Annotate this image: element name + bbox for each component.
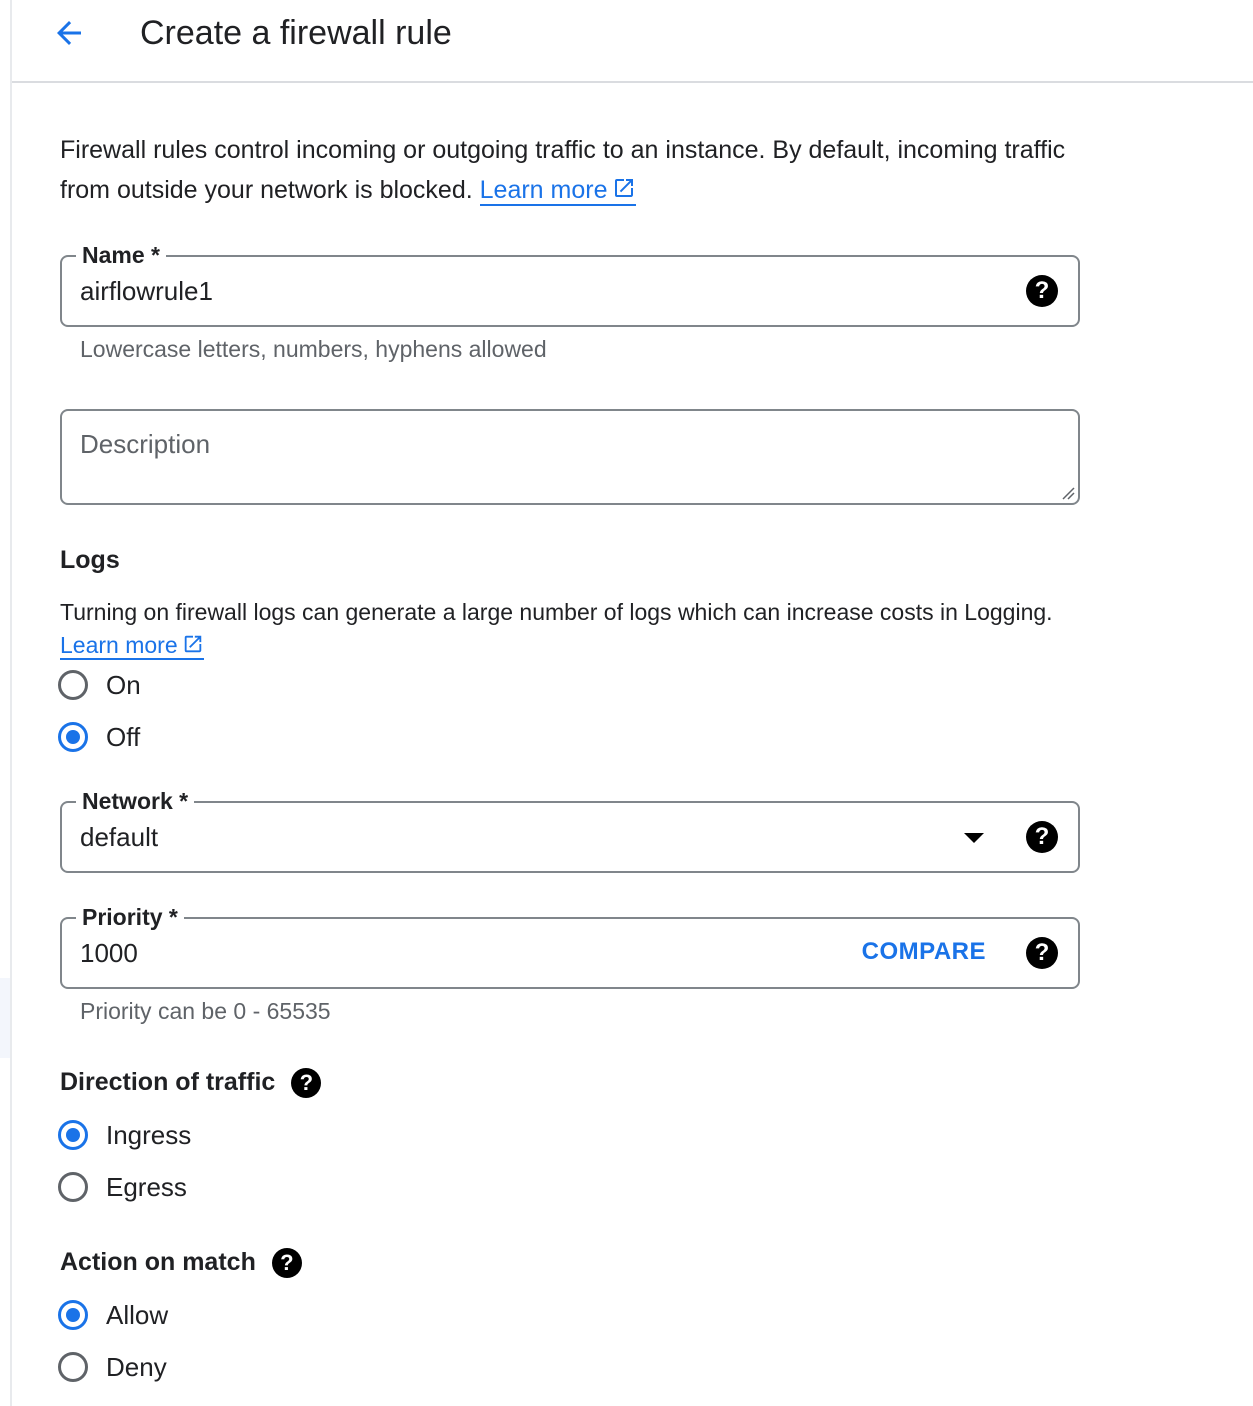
intro-learn-more-link[interactable]: Learn more <box>479 176 636 206</box>
logs-option-off[interactable]: Off <box>58 717 140 757</box>
create-firewall-rule-page: Create a firewall rule Firewall rules co… <box>0 0 1253 1406</box>
logs-learn-more-link[interactable]: Learn more <box>60 632 204 660</box>
direction-option-ingress[interactable]: Ingress <box>58 1115 191 1155</box>
open-in-new-icon <box>614 179 633 197</box>
direction-section-title: Direction of traffic? <box>60 1066 322 1099</box>
ingress-radio[interactable] <box>58 1120 88 1150</box>
egress-radio[interactable] <box>58 1172 88 1202</box>
logs-option-on[interactable]: On <box>58 665 141 705</box>
network-select[interactable]: Network * default ? <box>60 786 1080 873</box>
name-field-label: Name * <box>76 240 166 270</box>
arrow-back-icon <box>57 21 81 45</box>
direction-help-icon[interactable]: ? <box>291 1068 322 1099</box>
logs-on-label: On <box>106 670 141 700</box>
priority-input[interactable]: 1000 <box>80 936 138 970</box>
left-divider <box>10 0 12 1406</box>
page-header: Create a firewall rule <box>12 0 1253 83</box>
logs-off-label: Off <box>106 722 141 752</box>
network-selected-value[interactable]: default <box>80 820 158 854</box>
page-title: Create a firewall rule <box>140 14 452 52</box>
priority-field-label: Priority * <box>76 902 184 932</box>
direction-title-text: Direction of traffic <box>60 1068 276 1096</box>
direction-option-egress[interactable]: Egress <box>58 1167 187 1207</box>
logs-section-title: Logs <box>60 546 120 574</box>
logs-on-radio[interactable] <box>58 670 88 700</box>
intro-learn-more-label: Learn more <box>479 176 608 204</box>
back-button[interactable] <box>48 12 90 54</box>
logs-description: Turning on firewall logs can generate a … <box>60 596 1060 662</box>
name-input[interactable]: airflowrule1 <box>80 274 213 308</box>
ingress-label: Ingress <box>106 1120 192 1150</box>
action-option-allow[interactable]: Allow <box>58 1295 168 1335</box>
priority-hint: Priority can be 0 - 65535 <box>80 998 331 1024</box>
left-accent-strip <box>0 978 10 1058</box>
network-help-icon[interactable]: ? <box>1026 821 1058 853</box>
intro-text: Firewall rules control incoming or outgo… <box>60 130 1080 210</box>
name-help-icon[interactable]: ? <box>1026 275 1058 307</box>
compare-button[interactable]: COMPARE <box>862 935 986 969</box>
action-title-text: Action on match <box>60 1248 256 1276</box>
name-hint: Lowercase letters, numbers, hyphens allo… <box>80 336 547 362</box>
allow-radio[interactable] <box>58 1300 88 1330</box>
logs-off-radio[interactable] <box>58 722 88 752</box>
priority-field[interactable]: Priority * 1000 COMPARE ? <box>60 902 1080 989</box>
triangle-down-icon[interactable] <box>964 833 984 843</box>
action-help-icon[interactable]: ? <box>271 1248 302 1279</box>
name-field[interactable]: Name * airflowrule1 ? <box>60 240 1080 327</box>
description-input[interactable]: Description <box>80 427 210 461</box>
deny-radio[interactable] <box>58 1352 88 1382</box>
resize-grip-icon[interactable] <box>1059 484 1075 500</box>
logs-learn-more-label: Learn more <box>60 632 178 658</box>
action-section-title: Action on match? <box>60 1246 302 1279</box>
open-in-new-icon <box>184 635 201 653</box>
priority-help-icon[interactable]: ? <box>1026 937 1058 969</box>
network-field-label: Network * <box>76 786 195 816</box>
logs-description-text: Turning on firewall logs can generate a … <box>60 599 1053 625</box>
allow-label: Allow <box>106 1300 169 1330</box>
deny-label: Deny <box>106 1352 167 1382</box>
action-option-deny[interactable]: Deny <box>58 1347 167 1387</box>
egress-label: Egress <box>106 1172 187 1202</box>
description-field[interactable]: Description <box>60 409 1080 505</box>
